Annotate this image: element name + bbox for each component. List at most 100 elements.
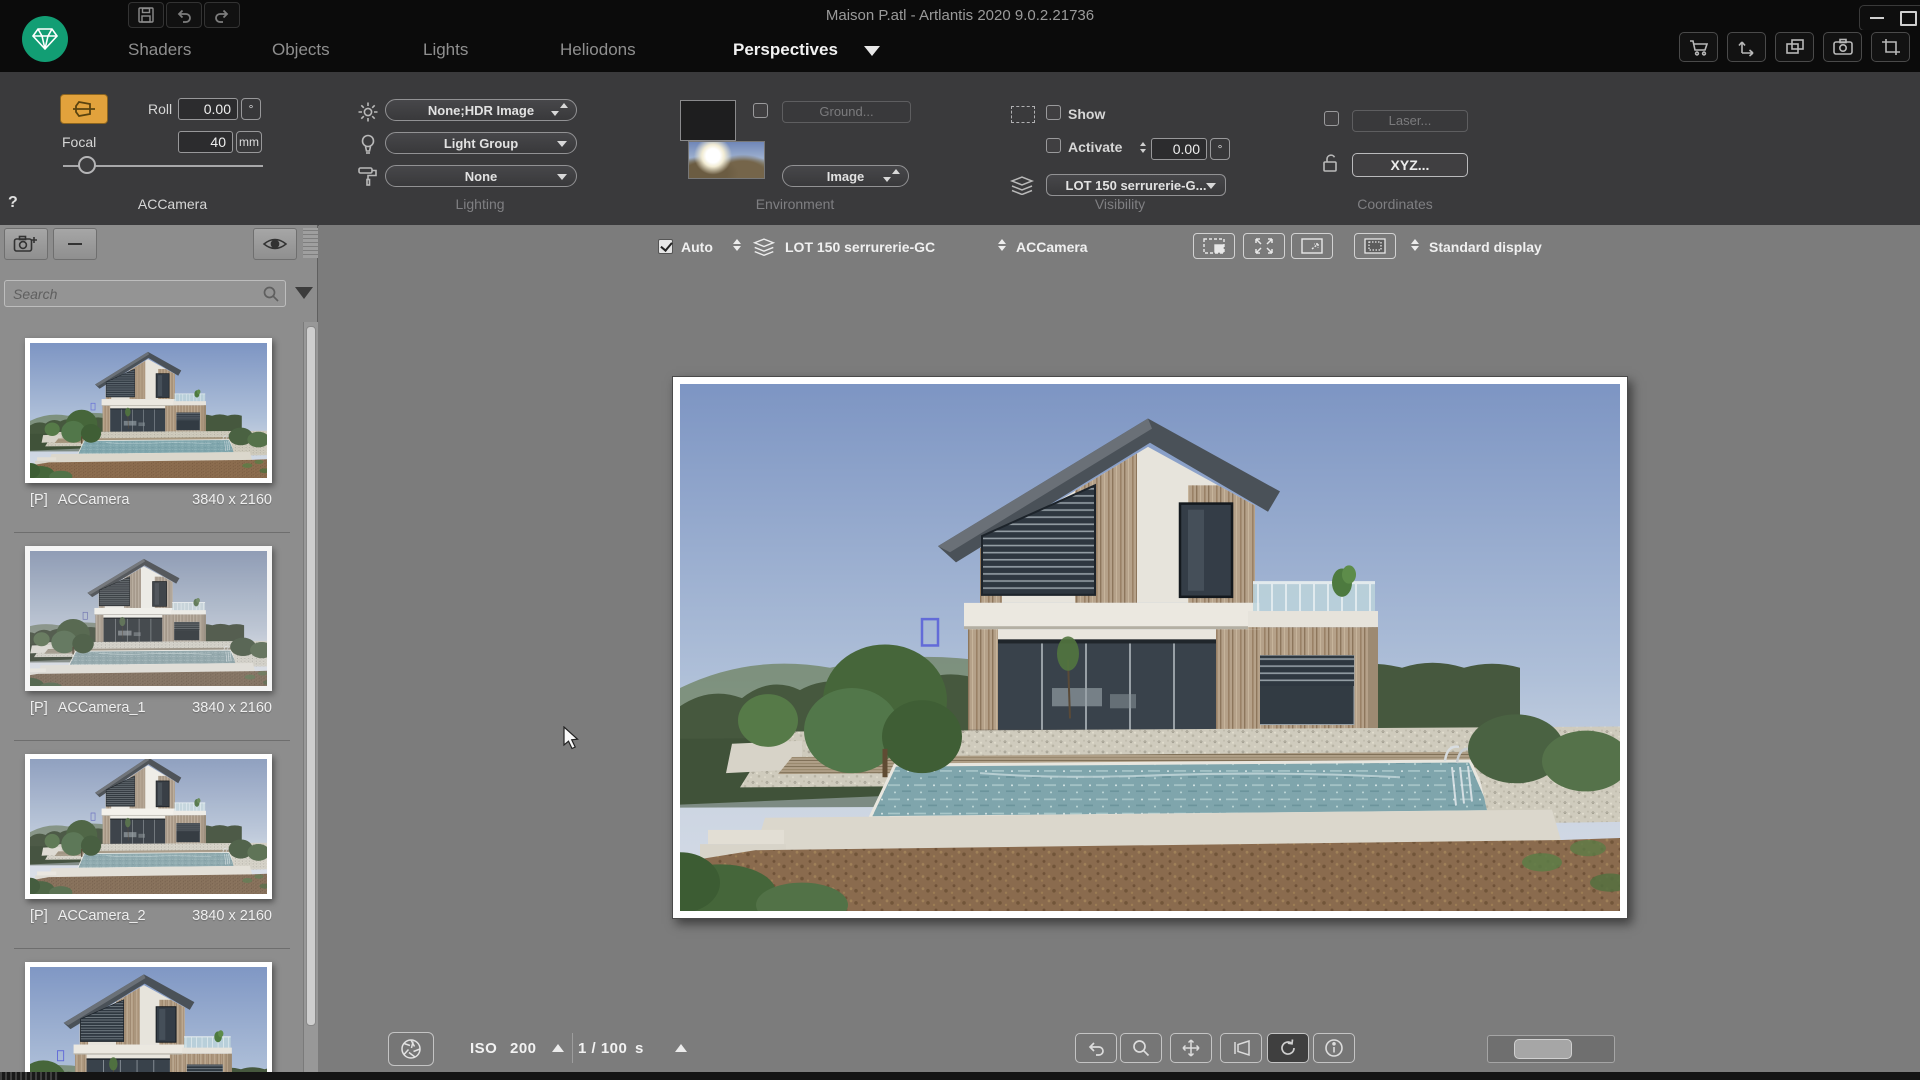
viewpoint-tag: [P] <box>30 908 48 924</box>
settings-toolbar: Roll 0.00 ° Focal 40 mm ? ACCamera None;… <box>0 72 1920 226</box>
angle-field[interactable]: 0.00 <box>1151 138 1207 160</box>
viewpoint-thumbnail[interactable] <box>25 754 272 899</box>
display-mode-label[interactable]: Standard display <box>1429 239 1542 255</box>
active-camera-label[interactable]: ACCamera <box>1016 239 1088 255</box>
help-button[interactable]: ? <box>8 194 18 212</box>
focal-slider-knob[interactable] <box>78 156 96 174</box>
roll-field[interactable]: 0.00 <box>178 98 238 120</box>
render-preview[interactable] <box>672 376 1628 919</box>
menu-objects[interactable]: Objects <box>272 40 330 60</box>
window-title: Maison P.atl - Artlantis 2020 9.0.2.2173… <box>825 7 1095 24</box>
xyz-button[interactable]: XYZ... <box>1352 153 1468 177</box>
info-button[interactable] <box>1313 1033 1355 1063</box>
move-arrows-icon <box>1737 41 1754 57</box>
layer-select-value: LOT 150 serrurerie-G... <box>1065 177 1207 193</box>
transform-button[interactable] <box>1727 32 1766 62</box>
environment-mode-select[interactable]: Image <box>782 165 909 187</box>
preview-zoom-slider[interactable] <box>1487 1035 1615 1063</box>
layers-icon <box>1009 176 1035 195</box>
maximize-icon <box>1900 10 1917 26</box>
viewpoint-sidebar: [P] ACCamera 3840 x 2160 [P] ACCamera_1 … <box>0 225 318 1080</box>
titlebar: Maison P.atl - Artlantis 2020 9.0.2.2173… <box>0 0 1920 31</box>
activate-checkbox[interactable] <box>1046 138 1061 153</box>
dotted-frame-icon <box>1364 238 1386 254</box>
bulb-icon <box>361 134 375 154</box>
display-updown-icon[interactable] <box>1411 239 1419 251</box>
eye-icon <box>262 238 288 250</box>
render-area-button[interactable] <box>1871 32 1910 62</box>
select-updown-icon <box>551 103 568 116</box>
menu-heliodons[interactable]: Heliodons <box>560 40 636 60</box>
layer-updown-icon[interactable] <box>733 239 741 251</box>
camera-updown-icon[interactable] <box>998 239 1006 251</box>
shutter-settings-button[interactable] <box>388 1032 434 1066</box>
viewpoint-thumbnail[interactable] <box>25 338 272 483</box>
angle-stepper[interactable] <box>1140 142 1146 153</box>
viewpoint-label[interactable]: [P] ACCamera_1 3840 x 2160 <box>30 700 272 716</box>
preview-viewport[interactable]: Auto LOT 150 serrurerie-GC ACCamera Stan… <box>319 225 1920 1072</box>
undo-view-button[interactable] <box>1075 1033 1117 1063</box>
store-button[interactable] <box>1679 32 1718 62</box>
background-preview[interactable] <box>680 100 736 141</box>
viewpoint-name: ACCamera_1 <box>57 700 146 716</box>
viewpoint-list: [P] ACCamera 3840 x 2160 [P] ACCamera_1 … <box>0 320 302 1072</box>
preview-size-button[interactable] <box>1193 233 1235 259</box>
window-controls <box>1859 5 1920 31</box>
duplicate-button[interactable] <box>1775 32 1814 62</box>
auto-checkbox[interactable] <box>658 239 673 254</box>
viewpoint-label[interactable]: [P] ACCamera_2 3840 x 2160 <box>30 908 272 924</box>
viewpoint-label[interactable]: [P] ACCamera 3840 x 2160 <box>30 492 272 508</box>
scrollbar-thumb[interactable] <box>306 326 316 1026</box>
viewpoint-thumbnail[interactable] <box>25 962 272 1072</box>
camera-body-icon <box>73 101 95 117</box>
laser-button[interactable]: Laser... <box>1352 110 1468 132</box>
visibility-section-label: Visibility <box>1094 196 1146 212</box>
filter-dropdown-button[interactable] <box>295 287 313 299</box>
viewpoint-size: 3840 x 2160 <box>192 492 272 508</box>
focal-field[interactable]: 40 <box>178 131 233 153</box>
ground-checkbox[interactable] <box>753 103 768 118</box>
sky-lighting-select[interactable]: None;HDR Image <box>385 99 577 121</box>
camera-icon <box>1832 38 1853 55</box>
crop-icon <box>1881 39 1900 55</box>
shutter-stepper-up[interactable] <box>675 1044 687 1052</box>
camera-mode-button[interactable] <box>60 94 108 124</box>
progress-hatch <box>0 1072 58 1080</box>
divider <box>572 1033 573 1063</box>
iso-stepper-up[interactable] <box>552 1044 564 1052</box>
laser-checkbox[interactable] <box>1324 111 1339 126</box>
add-camera-button[interactable] <box>4 228 48 260</box>
search-input[interactable] <box>4 280 286 307</box>
aperture-icon <box>401 1039 421 1059</box>
render-window-button[interactable] <box>1354 233 1396 259</box>
minimize-button[interactable] <box>1870 17 1884 19</box>
hdr-image-preview[interactable] <box>688 141 765 179</box>
neon-shader-select[interactable]: None <box>385 165 577 187</box>
restore-frame-button[interactable] <box>1291 233 1333 259</box>
fit-view-button[interactable] <box>1243 233 1285 259</box>
preview-zoom-handle[interactable] <box>1514 1039 1572 1059</box>
layer-select[interactable]: LOT 150 serrurerie-G... <box>1046 174 1226 196</box>
snapshot-button[interactable] <box>1823 32 1862 62</box>
menu-perspectives-label: Perspectives <box>733 40 838 59</box>
panel-resize-handle[interactable] <box>303 228 318 258</box>
show-checkbox[interactable] <box>1046 105 1061 120</box>
neon-shader-value: None <box>464 168 498 184</box>
pan-tool-button[interactable] <box>1170 1033 1212 1063</box>
ground-button[interactable]: Ground... <box>782 101 911 123</box>
zoom-tool-button[interactable] <box>1120 1033 1162 1063</box>
active-layer-label[interactable]: LOT 150 serrurerie-GC <box>785 239 935 255</box>
camera-move-button[interactable] <box>1220 1033 1262 1063</box>
light-group-select[interactable]: Light Group <box>385 132 577 154</box>
maximize-button[interactable] <box>1900 10 1917 26</box>
active-camera-name: ACCamera <box>137 196 208 212</box>
menu-perspectives[interactable]: Perspectives <box>733 40 880 60</box>
menu-lights[interactable]: Lights <box>423 40 468 60</box>
menu-shaders[interactable]: Shaders <box>128 40 191 60</box>
visibility-eye-button[interactable] <box>253 228 297 260</box>
remove-camera-button[interactable] <box>53 228 97 260</box>
refresh-icon <box>1281 1039 1295 1055</box>
viewpoint-thumbnail[interactable] <box>25 546 272 691</box>
refresh-preview-button[interactable] <box>1267 1033 1309 1063</box>
sidebar-scrollbar[interactable] <box>303 322 318 1080</box>
